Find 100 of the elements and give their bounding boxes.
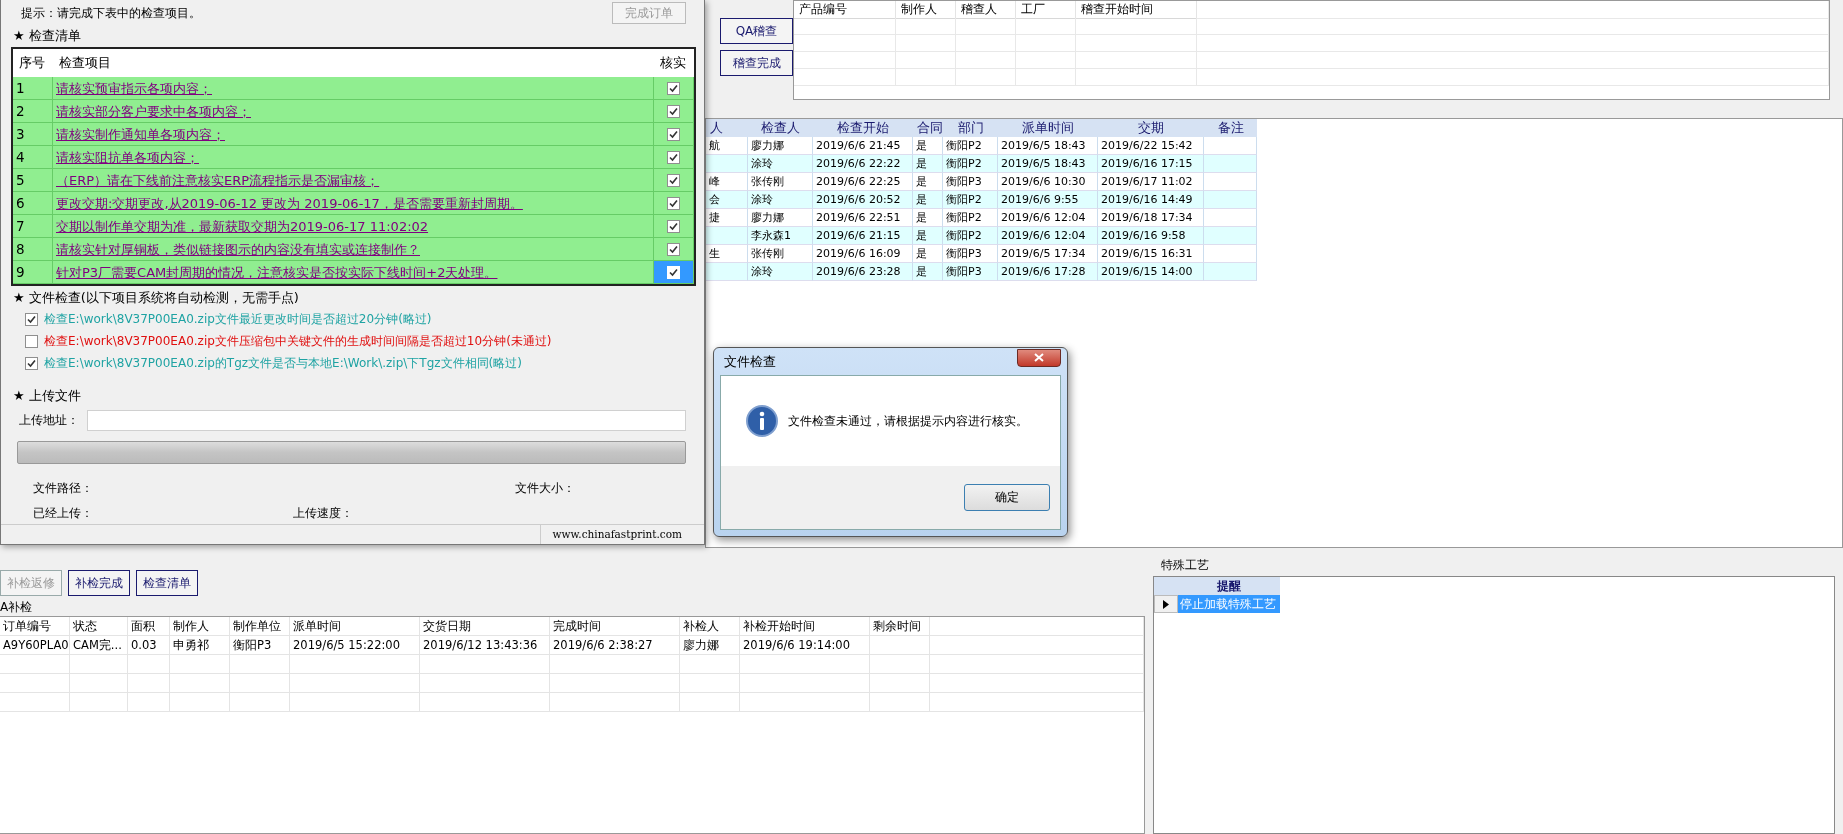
table-cell: 2019/6/16 17:15	[1098, 155, 1204, 173]
check-cell[interactable]	[654, 261, 694, 284]
row-pointer-icon	[1163, 599, 1169, 609]
table-cell: 衡阳P2	[943, 155, 998, 173]
table-cell: 廖力娜	[680, 636, 740, 655]
ok-button[interactable]: 确定	[964, 484, 1050, 511]
column-header: 合同	[913, 119, 943, 137]
empty-cell	[70, 693, 128, 712]
check-cell[interactable]	[654, 192, 694, 215]
column-header: 稽查人	[956, 1, 1016, 19]
checkbox[interactable]	[667, 219, 680, 233]
section-title: ★ 上传文件	[12, 387, 82, 405]
table-cell: 2019/6/5 17:34	[998, 245, 1098, 263]
table-cell: 峰	[706, 173, 748, 191]
checkbox[interactable]	[667, 127, 680, 141]
window-title: 文件检查	[723, 352, 776, 371]
checkbox[interactable]	[667, 150, 680, 164]
table-cell: 2019/6/17 11:02	[1098, 173, 1204, 191]
table-cell: 张传刚	[748, 173, 813, 191]
table-cell: 是	[913, 137, 943, 155]
section-title: ★ 检查清单	[12, 27, 82, 45]
table-cell: 衡阳P3	[943, 263, 998, 281]
close-icon	[1034, 353, 1044, 362]
checkbox[interactable]	[667, 173, 680, 187]
field-label: 已经上传：	[33, 505, 94, 522]
empty-cell	[230, 674, 290, 693]
table-cell: 廖力娜	[748, 137, 813, 155]
column-header: 序号	[18, 54, 46, 72]
recheck-button[interactable]: 检查清单	[136, 570, 198, 596]
column-header: 制作人	[896, 1, 956, 19]
section-title: ★ 文件检查(以下项目系统将自动检测，无需手点)	[12, 289, 300, 307]
file-check-text: 检查E:\work\8V37P00EA0.zip的Tgz文件是否与本地E:\Work\.zip\下Tgz文件相同(略过)	[44, 354, 522, 372]
field-label: 上传地址：	[19, 412, 79, 429]
table-cell: 2019/6/6 22:22	[813, 155, 913, 173]
table-cell: 衡阳P2	[943, 137, 998, 155]
file-check-text: 检查E:\work\8V37P00EA0.zip文件最近更改时间是否超过20分钟(略过)	[44, 310, 432, 328]
row-header-cell[interactable]	[1154, 595, 1178, 613]
table-cell: 是	[913, 245, 943, 263]
recheck-button[interactable]: 补检完成	[68, 570, 130, 596]
empty-cell	[956, 18, 1016, 35]
checkbox[interactable]	[25, 334, 38, 348]
table-cell: 2019/6/5 18:43	[998, 155, 1098, 173]
table-cell: 是	[913, 209, 943, 227]
table-cell: 是	[913, 173, 943, 191]
checkbox[interactable]	[667, 196, 680, 210]
table-cell: 2019/6/6 10:30	[998, 173, 1098, 191]
audit-button[interactable]: 稽查完成	[720, 50, 793, 76]
column-header: 面积	[128, 617, 170, 636]
empty-cell	[128, 655, 170, 674]
table-cell: 李永森1	[748, 227, 813, 245]
empty-cell	[896, 18, 956, 35]
table-cell: 涂玲	[748, 191, 813, 209]
table-cell: 2019/6/6 23:28	[813, 263, 913, 281]
column-header: 派单时间	[998, 119, 1098, 137]
column-header: 核实	[659, 54, 687, 72]
table-cell: 是	[913, 191, 943, 209]
table-cell: 捷	[706, 209, 748, 227]
empty-cell	[680, 655, 740, 674]
check-cell[interactable]	[654, 100, 694, 123]
table-cell: 2019/6/22 15:42	[1098, 137, 1204, 155]
column-header: 备注	[1204, 119, 1257, 137]
table-cell: 2019/6/6 9:55	[998, 191, 1098, 209]
check-cell[interactable]	[654, 123, 694, 146]
status-bar-text: www.chinafastprint.com	[539, 525, 704, 544]
checkbox[interactable]	[25, 356, 38, 370]
table-cell: 7	[13, 215, 53, 238]
table-cell: 2019/6/6 21:15	[813, 227, 913, 245]
check-cell[interactable]	[654, 169, 694, 192]
check-cell[interactable]	[654, 238, 694, 261]
column-header: 制作单位	[230, 617, 290, 636]
check-cell[interactable]	[654, 77, 694, 100]
column-header: 派单时间	[290, 617, 420, 636]
table-cell: 2019/6/6 19:14:00	[740, 636, 870, 655]
checkbox[interactable]	[667, 104, 680, 118]
table-cell: 6	[13, 192, 53, 215]
check-cell[interactable]	[654, 146, 694, 169]
empty-cell	[128, 674, 170, 693]
table-cell: 衡阳P3	[943, 245, 998, 263]
group-title: A补检	[0, 599, 34, 616]
table-cell: 9	[13, 261, 53, 284]
empty-cell	[230, 655, 290, 674]
table-cell: 8	[13, 238, 53, 261]
table-cell: 2019/6/15 14:00	[1098, 263, 1204, 281]
upload-address-field[interactable]	[87, 410, 686, 431]
table-cell: 生	[706, 245, 748, 263]
audit-button[interactable]: QA稽查	[720, 18, 793, 44]
column-header: 交货日期	[420, 617, 550, 636]
field-label: 文件大小：	[515, 480, 576, 497]
checkbox[interactable]	[667, 242, 680, 256]
table-cell: 2019/6/6 2:38:27	[550, 636, 680, 655]
table-cell: 涂玲	[748, 155, 813, 173]
column-header: 检查人	[748, 119, 813, 137]
check-cell[interactable]	[654, 215, 694, 238]
checkbox[interactable]	[25, 312, 38, 326]
empty-cell	[0, 655, 70, 674]
checkbox[interactable]	[667, 81, 680, 95]
empty-cell	[870, 674, 930, 693]
close-button[interactable]	[1017, 348, 1061, 367]
table-cell: 衡阳P2	[943, 227, 998, 245]
empty-cell	[870, 655, 930, 674]
